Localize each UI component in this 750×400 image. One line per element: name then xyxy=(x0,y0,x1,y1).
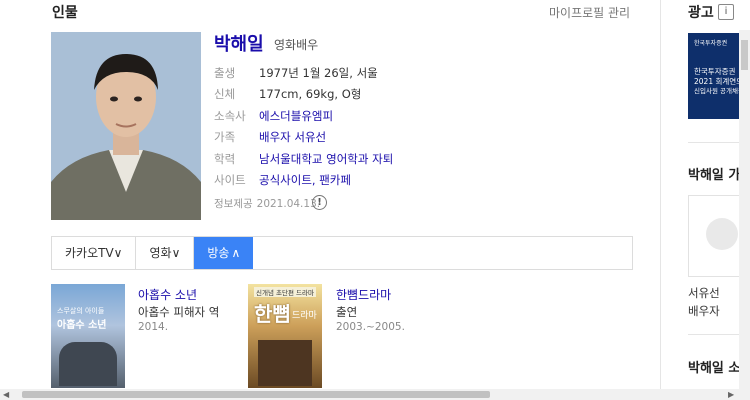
info-label: 출생 xyxy=(214,66,236,80)
family-link[interactable]: 배우자 서유선 xyxy=(259,130,326,144)
site-link[interactable]: 공식사이트, 팬카페 xyxy=(259,173,351,187)
scroll-left-arrow-icon[interactable]: ◀ xyxy=(3,389,9,400)
ad-text-line: 2021 회계연도 xyxy=(694,77,744,86)
my-profile-manage-link[interactable]: 마이프로필 관리 xyxy=(549,4,630,21)
agency-link[interactable]: 에스더블유엠피 xyxy=(259,109,333,123)
related-people-heading: 박해일 가 xyxy=(688,168,741,183)
chevron-down-icon: ∨ xyxy=(171,246,181,260)
scroll-thumb[interactable] xyxy=(741,40,748,70)
info-label: 사이트 xyxy=(214,173,246,187)
work-role-2: 출연 xyxy=(336,305,358,319)
person-role: 영화배우 xyxy=(274,38,319,52)
info-row-family: 가족 배우자 서유선 xyxy=(214,129,326,145)
poster-title: 한뼘 xyxy=(254,302,291,326)
work-title-1[interactable]: 아홉수 소년 xyxy=(138,286,197,303)
info-value: 1977년 1월 26일, 서울 xyxy=(259,66,378,80)
scroll-thumb[interactable] xyxy=(22,391,490,398)
info-label: 가족 xyxy=(214,130,236,144)
tab-broadcast[interactable]: 방송 ∧ xyxy=(194,237,254,269)
info-value: 177cm, 69kg, O형 xyxy=(259,87,362,101)
info-label: 소속사 xyxy=(214,109,246,123)
work-title-2[interactable]: 한뼘드라마 xyxy=(336,286,391,303)
chevron-down-icon: ∨ xyxy=(113,246,123,260)
column-divider xyxy=(660,0,661,390)
person-name[interactable]: 박해일 xyxy=(214,30,264,56)
work-poster-2[interactable]: 신개념 초단편 드라마 한뼘 드라마 xyxy=(248,284,322,388)
poster-caption: 신개념 초단편 드라마 xyxy=(254,287,316,297)
ad-text-line: 한국투자증권 xyxy=(694,40,728,47)
poster-scene xyxy=(258,340,312,386)
poster-subtitle: 드라마 xyxy=(292,311,317,321)
person-photo[interactable] xyxy=(51,32,201,220)
ad-info-icon[interactable]: i xyxy=(718,4,734,20)
vertical-scrollbar[interactable] xyxy=(739,30,750,390)
tab-label: 카카오TV xyxy=(65,246,114,260)
filmography-tabs: 카카오TV∨ 영화∨ 방송 ∧ xyxy=(51,236,633,270)
scroll-right-arrow-icon[interactable]: ▶ xyxy=(728,389,734,400)
source-label: 정보제공 xyxy=(214,198,253,210)
portrait-image xyxy=(51,32,201,220)
tab-label: 방송 xyxy=(207,246,230,260)
poster-caption: 스무살의 아이들 xyxy=(57,307,105,315)
info-row-agency: 소속사 에스더블유엠피 xyxy=(214,108,333,124)
related-person-role: 배우자 xyxy=(688,304,720,318)
info-row-site: 사이트 공식사이트, 팬카페 xyxy=(214,172,351,188)
work-year-2: 2003.~2005. xyxy=(336,321,405,333)
tab-movie[interactable]: 영화∨ xyxy=(136,237,195,269)
work-poster-1[interactable]: 스무살의 아이들 아홉수 소년 xyxy=(51,284,125,388)
info-alert-icon[interactable]: ! xyxy=(312,195,327,210)
info-row-birth: 출생 1977년 1월 26일, 서울 xyxy=(214,65,378,81)
tab-label: 영화 xyxy=(149,246,172,260)
poster-title: 아홉수 소년 xyxy=(57,320,107,331)
avatar-placeholder-icon xyxy=(706,218,738,250)
education-link[interactable]: 남서울대학교 영어학과 자퇴 xyxy=(259,152,393,166)
related-person-name[interactable]: 서유선 xyxy=(688,285,720,301)
section-title: 인물 xyxy=(52,5,78,21)
info-label: 학력 xyxy=(214,152,236,166)
horizontal-scrollbar[interactable]: ◀ ▶ xyxy=(0,389,750,400)
poster-figures xyxy=(59,342,117,386)
info-label: 신체 xyxy=(214,87,236,101)
chevron-up-icon: ∧ xyxy=(231,246,241,260)
ad-text-line: 한국투자증권 xyxy=(694,67,736,76)
work-role-1: 아홉수 피해자 역 xyxy=(138,305,220,319)
sidebar-heading-bottom: 박해일 소 xyxy=(688,361,741,376)
source-date: 2021.04.13. xyxy=(256,198,321,210)
ad-text-line: 신입사원 공개채용 xyxy=(694,87,744,95)
tab-kakaotv[interactable]: 카카오TV∨ xyxy=(52,237,137,269)
info-row-body: 신체 177cm, 69kg, O형 xyxy=(214,86,361,102)
info-source: 정보제공 2021.04.13. xyxy=(214,196,320,211)
info-row-education: 학력 남서울대학교 영어학과 자퇴 xyxy=(214,151,393,167)
work-year-1: 2014. xyxy=(138,321,169,333)
ad-label: 광고 xyxy=(688,5,714,21)
